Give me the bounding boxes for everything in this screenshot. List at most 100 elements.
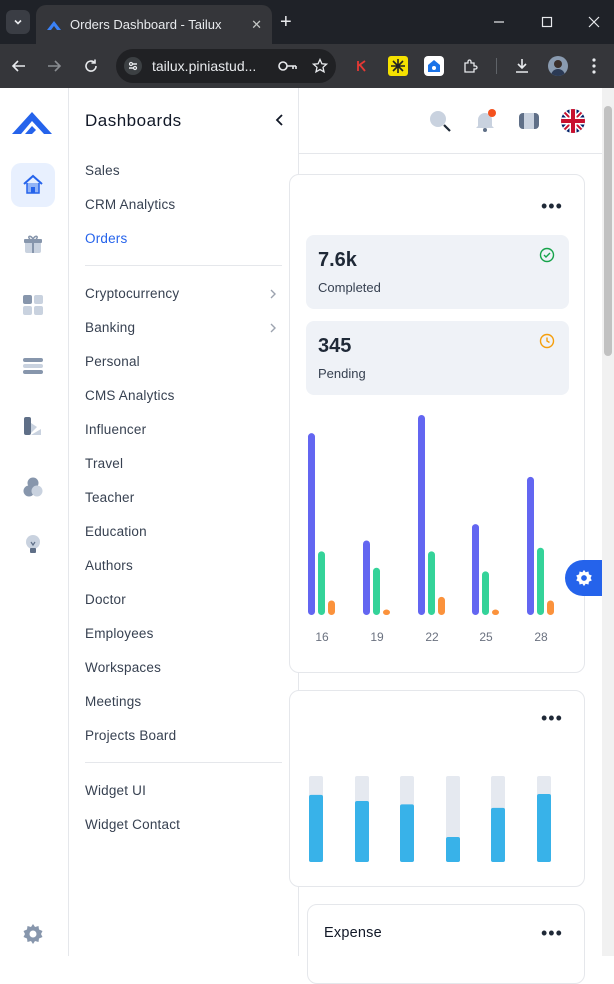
rail-ideas-button[interactable] [11, 522, 55, 566]
tab-title: Orders Dashboard - Tailux [70, 17, 222, 32]
close-window-button[interactable] [582, 10, 606, 34]
chevron-right-icon [270, 289, 276, 299]
chart-bar [547, 600, 554, 615]
menu-item-banking[interactable]: Banking [85, 320, 135, 335]
expense-card: Expense ••• [307, 904, 585, 984]
browser-menu-button[interactable] [584, 56, 604, 76]
page-scrollbar[interactable] [602, 88, 614, 956]
stack-icon [23, 358, 43, 374]
chart-bar [318, 551, 325, 615]
extension-blue-icon[interactable] [424, 56, 444, 76]
rail-layouts-button[interactable] [11, 283, 55, 327]
menu-item-widget-ui[interactable]: Widget UI [85, 783, 146, 798]
reload-button[interactable] [79, 54, 103, 78]
downloads-button[interactable] [512, 56, 532, 76]
pending-label: Pending [318, 366, 366, 381]
rail-components-button[interactable] [11, 404, 55, 448]
chart-bar [328, 600, 335, 615]
floating-settings-button[interactable] [565, 560, 602, 596]
extension-pinwheel-icon[interactable] [388, 56, 408, 76]
expense-title: Expense [324, 925, 382, 941]
forward-button[interactable] [42, 54, 66, 78]
search-button[interactable] [427, 108, 453, 134]
browser-toolbar: tailux.piniastud... [0, 44, 614, 88]
card-more-button[interactable]: ••• [541, 709, 563, 727]
chart-bar [527, 476, 534, 615]
rail-apps-button[interactable] [11, 222, 55, 266]
back-button[interactable] [7, 54, 31, 78]
avatar-icon [551, 60, 565, 76]
progress-bars-card: ••• [289, 690, 585, 887]
card-more-button[interactable]: ••• [541, 924, 563, 942]
house-drop-icon [428, 60, 440, 72]
new-tab-button[interactable]: + [280, 11, 292, 33]
extensions-button[interactable] [460, 56, 480, 76]
notifications-button[interactable] [472, 108, 498, 134]
menu-item-sales[interactable]: Sales [85, 163, 120, 178]
rail-settings-button[interactable] [11, 912, 55, 956]
minimize-button[interactable] [487, 10, 511, 34]
browser-tab[interactable]: Orders Dashboard - Tailux ✕ [36, 5, 272, 44]
close-tab-icon[interactable]: ✕ [251, 17, 262, 33]
k-letter-icon [357, 60, 366, 72]
language-button[interactable] [560, 108, 586, 134]
menu-item-meetings[interactable]: Meetings [85, 694, 141, 709]
toolbar-divider [496, 58, 497, 74]
arrow-right-icon [48, 60, 62, 72]
menu-item-teacher[interactable]: Teacher [85, 490, 134, 505]
menu-item-workspaces[interactable]: Workspaces [85, 660, 161, 675]
extension-k-icon[interactable] [352, 56, 372, 76]
menu-item-travel[interactable]: Travel [85, 456, 123, 471]
menu-item-projects-board[interactable]: Projects Board [85, 728, 176, 743]
apps-button[interactable] [516, 108, 542, 134]
widgets-icon [519, 113, 539, 129]
menu-divider [85, 265, 282, 266]
menu-item-widget-contact[interactable]: Widget Contact [85, 817, 180, 832]
download-icon [516, 59, 528, 73]
rail-circles-button[interactable] [11, 465, 55, 509]
chevron-right-icon [270, 323, 276, 333]
tab-search-button[interactable] [6, 10, 30, 34]
orders-overview-card: ••• 7.6k Completed 345 Pending 16 19 22 25 2… [289, 174, 585, 673]
pinwheel-icon [391, 59, 405, 73]
site-settings-icon[interactable] [124, 57, 142, 75]
card-more-button[interactable]: ••• [541, 197, 563, 215]
menu-item-education[interactable]: Education [85, 524, 147, 539]
profile-avatar[interactable] [548, 56, 568, 76]
close-icon [588, 16, 600, 28]
maximize-button[interactable] [535, 10, 559, 34]
rail-forms-button[interactable] [11, 344, 55, 388]
gear-icon [23, 924, 43, 944]
tailux-logo[interactable] [10, 100, 54, 144]
menu-item-authors[interactable]: Authors [85, 558, 133, 573]
puzzle-icon [464, 59, 478, 73]
menu-item-influencer[interactable]: Influencer [85, 422, 146, 437]
tailux-favicon-icon [47, 20, 61, 30]
x-tick-label: 22 [425, 630, 439, 644]
scrollbar-thumb[interactable] [604, 106, 612, 356]
key-icon[interactable] [278, 59, 298, 73]
search-icon [430, 111, 451, 132]
menu-item-crm-analytics[interactable]: CRM Analytics [85, 197, 175, 212]
lightbulb-icon [26, 535, 40, 553]
chart-bar [472, 524, 479, 615]
chart-bar [537, 547, 544, 615]
menu-item-cryptocurrency[interactable]: Cryptocurrency [85, 286, 179, 301]
kebab-menu-icon [592, 58, 596, 74]
star-icon[interactable] [312, 58, 328, 74]
chart-bar [438, 596, 445, 615]
menu-item-employees[interactable]: Employees [85, 626, 154, 641]
menu-item-doctor[interactable]: Doctor [85, 592, 126, 607]
menu-item-orders[interactable]: Orders [85, 231, 127, 246]
x-tick-label: 25 [479, 630, 493, 644]
home-icon [23, 174, 43, 194]
menu-divider [85, 762, 282, 763]
menu-item-cms-analytics[interactable]: CMS Analytics [85, 388, 175, 403]
menu-item-personal[interactable]: Personal [85, 354, 140, 369]
browser-tab-bar: Orders Dashboard - Tailux ✕ + [0, 0, 614, 44]
progress-fill [355, 800, 369, 862]
chart-bar [373, 567, 380, 615]
chevron-left-icon[interactable] [272, 112, 288, 128]
rail-dashboards-button[interactable] [11, 163, 55, 207]
address-bar[interactable]: tailux.piniastud... [116, 49, 336, 83]
